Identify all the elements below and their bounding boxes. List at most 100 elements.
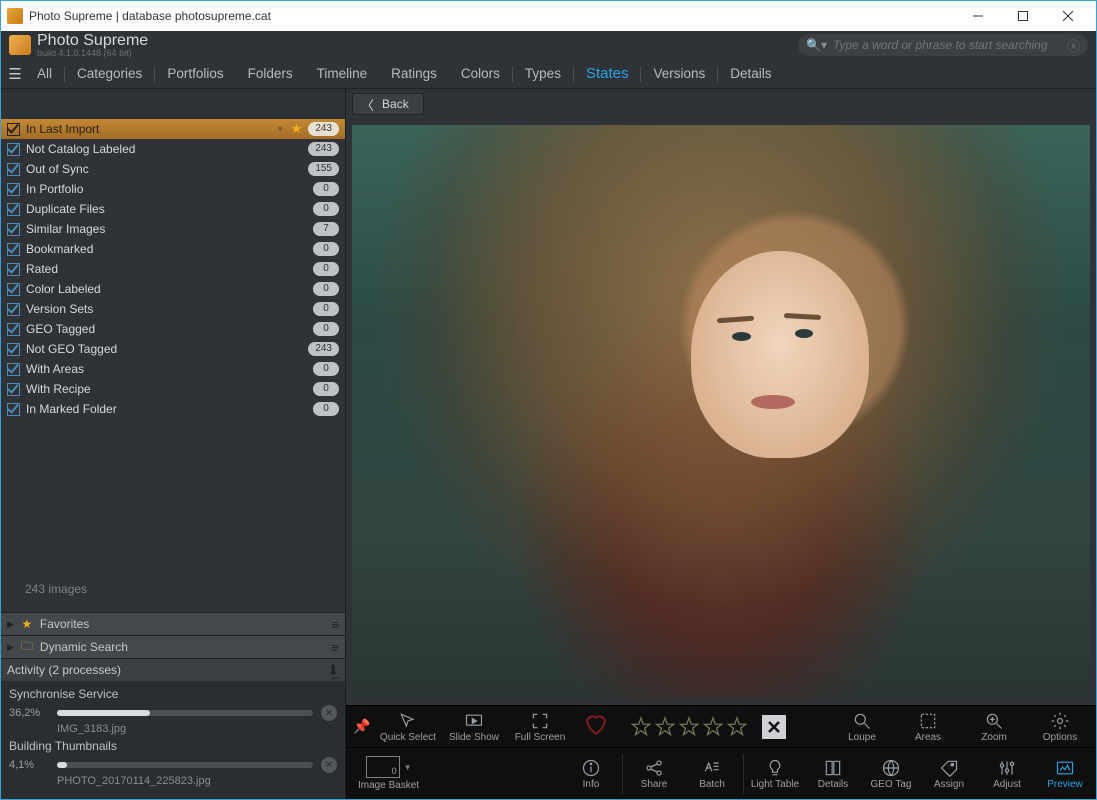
chevron-left-icon: 〈: [361, 95, 374, 114]
checkbox-icon: [7, 163, 20, 176]
tab-all[interactable]: All: [25, 59, 64, 88]
slide-show-button[interactable]: Slide Show: [444, 707, 504, 747]
image-basket-button[interactable]: ▼ Image Basket: [348, 756, 429, 791]
state-label: Rated: [26, 262, 307, 276]
search-input[interactable]: [833, 38, 1067, 52]
areas-button[interactable]: Areas: [898, 707, 958, 747]
progress-percent: 4,1%: [9, 759, 49, 771]
state-item[interactable]: Duplicate Files0: [1, 199, 345, 219]
state-label: Not Catalog Labeled: [26, 142, 302, 156]
checkbox-icon: [7, 303, 20, 316]
menu-icon[interactable]: ☰: [5, 65, 25, 83]
full-screen-button[interactable]: Full Screen: [510, 707, 570, 747]
count-badge: 0: [313, 242, 339, 256]
loupe-button[interactable]: Loupe: [832, 707, 892, 747]
preview-image[interactable]: [352, 125, 1090, 699]
state-item[interactable]: Version Sets0: [1, 299, 345, 319]
state-item[interactable]: Rated0: [1, 259, 345, 279]
dynamic-search-label: Dynamic Search: [40, 640, 325, 654]
details-button[interactable]: Details: [804, 749, 862, 799]
minimize-button[interactable]: [955, 2, 1000, 30]
tab-colors[interactable]: Colors: [449, 59, 512, 88]
pin-icon[interactable]: 📌: [352, 718, 372, 735]
state-item[interactable]: GEO Tagged0: [1, 319, 345, 339]
state-item[interactable]: In Portfolio0: [1, 179, 345, 199]
tab-timeline[interactable]: Timeline: [305, 59, 380, 88]
state-label: In Last Import: [26, 122, 270, 136]
back-button[interactable]: 〈 Back: [352, 93, 424, 115]
state-label: Bookmarked: [26, 242, 307, 256]
checkbox-icon: [7, 383, 20, 396]
count-badge: 243: [308, 342, 339, 356]
viewer-pane: 〈 Back 📌 Quick Select Slide Show Full Sc…: [346, 89, 1096, 799]
options-button[interactable]: Options: [1030, 707, 1090, 747]
toolbar-lower: ▼ Image Basket Info Share Batch Light Ta…: [346, 747, 1096, 799]
window-title: Photo Supreme | database photosupreme.ca…: [29, 9, 955, 23]
state-label: Out of Sync: [26, 162, 302, 176]
state-label: In Marked Folder: [26, 402, 307, 416]
zoom-button[interactable]: Zoom: [964, 707, 1024, 747]
stop-all-icon[interactable]: ⬇̲: [327, 662, 339, 679]
state-label: With Areas: [26, 362, 307, 376]
image-count-summary: 243 images: [1, 566, 345, 612]
share-button[interactable]: Share: [625, 749, 683, 799]
state-item[interactable]: Not GEO Tagged243: [1, 339, 345, 359]
state-item[interactable]: With Recipe0: [1, 379, 345, 399]
maximize-button[interactable]: [1000, 2, 1045, 30]
tab-categories[interactable]: Categories: [65, 59, 154, 88]
activity-filename: PHOTO_20170114_225823.jpg: [57, 773, 337, 789]
preview-button[interactable]: Preview: [1036, 749, 1094, 799]
progress-bar: [57, 762, 313, 768]
state-item[interactable]: Not Catalog Labeled243: [1, 139, 345, 159]
panel-menu-icon[interactable]: ≡: [331, 617, 339, 632]
reject-button[interactable]: [762, 715, 786, 739]
rating-stars[interactable]: [630, 716, 748, 738]
tab-types[interactable]: Types: [513, 59, 573, 88]
geo-tag-button[interactable]: GEO Tag: [862, 749, 920, 799]
cancel-process-icon[interactable]: ✕: [321, 705, 337, 721]
state-item[interactable]: Color Labeled0: [1, 279, 345, 299]
favorites-panel-header[interactable]: ▶ ★ Favorites ≡: [1, 613, 345, 635]
tab-folders[interactable]: Folders: [236, 59, 305, 88]
progress-percent: 36,2%: [9, 707, 49, 719]
tab-versions[interactable]: Versions: [641, 59, 717, 88]
state-item[interactable]: Similar Images7: [1, 219, 345, 239]
progress-bar: [57, 710, 313, 716]
dynamic-search-panel-header[interactable]: ▶ 🗀 Dynamic Search ≡: [1, 636, 345, 658]
tab-portfolios[interactable]: Portfolios: [155, 59, 235, 88]
chevron-down-icon: ▼: [404, 763, 412, 772]
basket-label: Image Basket: [358, 780, 419, 791]
checkbox-icon: [7, 343, 20, 356]
batch-button[interactable]: Batch: [683, 749, 741, 799]
favorite-heart-icon[interactable]: [576, 711, 616, 742]
tab-details[interactable]: Details: [718, 59, 783, 88]
activity-panel-header[interactable]: Activity (2 processes) ⬇̲: [1, 659, 345, 681]
adjust-button[interactable]: Adjust: [978, 749, 1036, 799]
cancel-process-icon[interactable]: ✕: [321, 757, 337, 773]
state-item[interactable]: In Last Import▼★243: [1, 119, 345, 139]
state-label: Similar Images: [26, 222, 307, 236]
checkbox-icon: [7, 143, 20, 156]
checkbox-icon: [7, 223, 20, 236]
tab-ratings[interactable]: Ratings: [379, 59, 449, 88]
checkbox-icon: [7, 283, 20, 296]
chevron-down-icon[interactable]: ▼: [276, 124, 285, 134]
quick-select-button[interactable]: Quick Select: [378, 707, 438, 747]
clear-search-icon[interactable]: ⓧ: [1067, 36, 1080, 55]
state-label: Color Labeled: [26, 282, 307, 296]
state-item[interactable]: Out of Sync155: [1, 159, 345, 179]
state-item[interactable]: Bookmarked 0: [1, 239, 345, 259]
state-item[interactable]: In Marked Folder0: [1, 399, 345, 419]
back-label: Back: [382, 97, 409, 111]
expand-icon: ▶: [7, 642, 14, 653]
state-item[interactable]: With Areas0: [1, 359, 345, 379]
tab-states[interactable]: States: [574, 59, 641, 88]
light-table-button[interactable]: Light Table: [746, 749, 804, 799]
close-button[interactable]: [1045, 2, 1090, 30]
info-button[interactable]: Info: [562, 749, 620, 799]
panel-menu-icon[interactable]: ≡: [331, 640, 339, 655]
assign-button[interactable]: Assign: [920, 749, 978, 799]
search-box[interactable]: 🔍▾ ⓧ: [798, 34, 1088, 56]
state-label: GEO Tagged: [26, 322, 307, 336]
checkbox-icon: [7, 183, 20, 196]
